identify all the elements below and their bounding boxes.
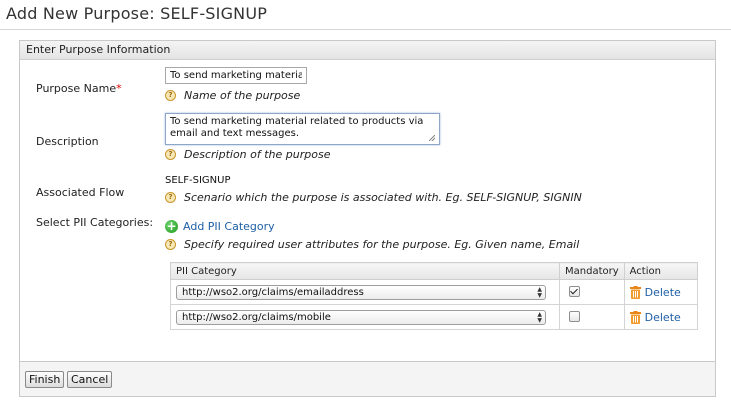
description-help: ? Description of the purpose <box>165 148 330 161</box>
trash-icon <box>629 310 641 324</box>
panel-header: Enter Purpose Information <box>20 41 715 60</box>
column-header-action: Action <box>623 262 699 280</box>
select-arrows-icon: ▲ ▼ <box>537 310 542 324</box>
add-circle-icon: + <box>165 219 178 233</box>
purpose-name-input[interactable] <box>165 67 307 84</box>
associated-flow-label: Associated Flow <box>36 186 125 199</box>
table-header-row: PII Category Mandatory Action <box>170 262 699 280</box>
resize-grip-icon[interactable] <box>429 135 435 141</box>
description-textarea[interactable]: To send marketing material related to pr… <box>165 113 440 145</box>
table-row: http://wso2.org/claims/emailaddress ▲▼ <box>170 279 699 305</box>
mandatory-checkbox[interactable] <box>569 311 580 323</box>
associated-flow-help: ? Scenario which the purpose is associat… <box>165 191 582 204</box>
pii-category-table: PII Category Mandatory Action http://wso… <box>170 262 699 330</box>
trash-icon <box>629 285 641 299</box>
purpose-name-label: Purpose Name* <box>36 82 122 95</box>
purpose-form-panel: Enter Purpose Information Purpose Name* … <box>19 40 716 362</box>
help-icon: ? <box>165 149 176 160</box>
pii-categories-label: Select PII Categories: <box>36 216 154 229</box>
delete-row-button[interactable]: Delete <box>629 285 692 299</box>
title-divider <box>0 29 731 30</box>
select-arrows-icon: ▲ ▼ <box>537 285 542 299</box>
add-pii-category-link[interactable]: + Add PII Category <box>165 220 275 233</box>
purpose-name-help: ? Name of the purpose <box>165 89 300 102</box>
description-label: Description <box>36 135 99 148</box>
column-header-mandatory: Mandatory <box>559 262 625 280</box>
column-header-pii-category: PII Category <box>170 262 560 280</box>
finish-button[interactable]: Finish <box>25 371 65 388</box>
form-button-bar: Finish Cancel <box>19 362 716 397</box>
mandatory-checkbox[interactable] <box>569 286 580 298</box>
page-title: Add New Purpose: SELF-SIGNUP <box>6 4 268 23</box>
help-icon: ? <box>165 239 176 250</box>
required-mark: * <box>116 82 122 95</box>
cancel-button[interactable]: Cancel <box>67 371 113 388</box>
pii-help: ? Specify required user attributes for t… <box>165 238 579 251</box>
table-row: http://wso2.org/claims/mobile ▲ ▼ Delete <box>170 304 699 330</box>
delete-row-button[interactable]: Delete <box>629 310 692 324</box>
associated-flow-value: SELF-SIGNUP <box>165 175 231 186</box>
help-icon: ? <box>165 192 176 203</box>
pii-category-select[interactable]: http://wso2.org/claims/mobile ▲ ▼ <box>176 309 546 325</box>
pii-category-select[interactable]: http://wso2.org/claims/emailaddress ▲ ▼ <box>176 284 546 300</box>
help-icon: ? <box>165 90 176 101</box>
